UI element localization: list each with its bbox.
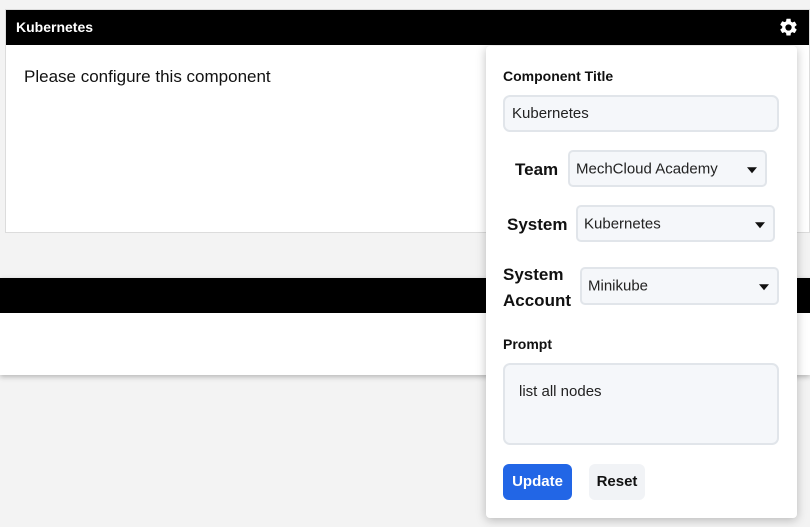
reset-button[interactable]: Reset [589,464,645,500]
config-panel: Component Title Team MechCloud Academy S… [486,46,797,518]
chevron-down-icon [759,284,769,291]
system-account-label-line2: Account [503,291,571,310]
prompt-label: Prompt [503,336,552,352]
system-select[interactable]: Kubernetes [576,205,775,242]
card-header: Kubernetes [6,10,809,45]
update-button[interactable]: Update [503,464,572,500]
prompt-textarea[interactable]: list all nodes [503,363,779,445]
component-title-input[interactable] [503,95,779,132]
system-select-value: Kubernetes [584,215,661,232]
gear-icon[interactable] [778,17,799,38]
system-account-select-value: Minikube [588,277,649,295]
system-label: System [507,215,568,234]
system-account-label-line1: System [503,265,564,284]
team-label: Team [515,160,559,179]
chevron-down-icon [755,221,765,228]
team-select[interactable]: MechCloud Academy [568,150,767,187]
configure-message: Please configure this component [24,67,271,86]
chevron-down-icon [747,166,757,173]
component-title-label: Component Title [503,68,614,84]
team-select-value: MechCloud Academy [576,160,718,177]
system-account-select[interactable]: Minikube [580,267,779,305]
card-title: Kubernetes [16,19,94,35]
